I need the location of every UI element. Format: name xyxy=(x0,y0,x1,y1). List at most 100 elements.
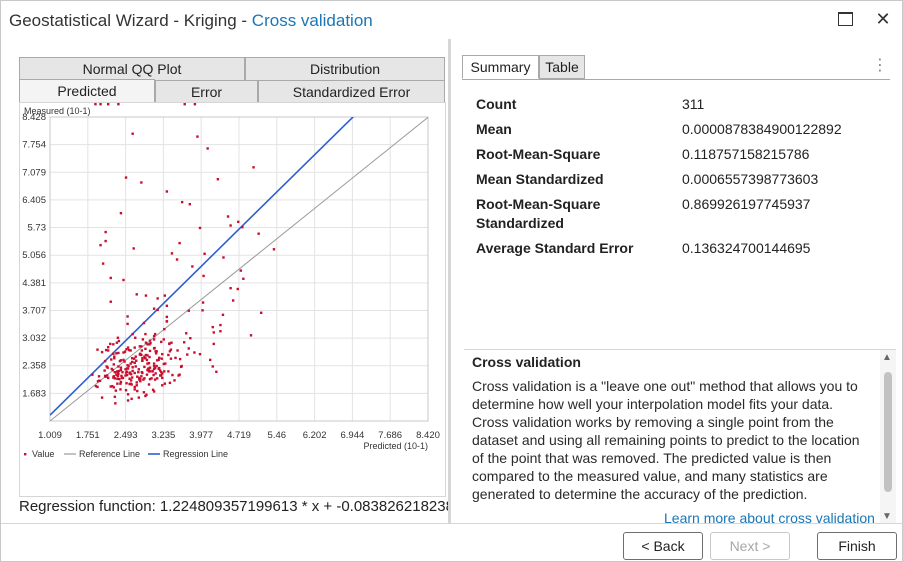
data-point xyxy=(202,274,205,278)
scroll-up-icon[interactable]: ▲ xyxy=(882,352,892,363)
data-point xyxy=(162,338,165,341)
data-point xyxy=(188,202,192,206)
data-point xyxy=(126,322,129,326)
data-point xyxy=(103,369,106,372)
data-point xyxy=(116,382,119,385)
tab-summary[interactable]: Summary xyxy=(462,55,539,79)
data-point xyxy=(123,360,126,363)
data-point xyxy=(212,342,215,346)
data-point xyxy=(96,385,99,389)
data-point xyxy=(142,391,146,394)
data-point xyxy=(257,232,260,235)
data-point xyxy=(131,369,134,373)
scroll-down-icon[interactable]: ▼ xyxy=(882,511,892,522)
data-point xyxy=(152,362,156,365)
data-point xyxy=(109,342,112,346)
maximize-icon[interactable] xyxy=(834,9,856,29)
data-point xyxy=(135,381,138,384)
data-point xyxy=(152,307,156,310)
data-point xyxy=(152,338,156,341)
data-point xyxy=(169,348,173,351)
tab-predicted[interactable]: Predicted xyxy=(19,79,155,103)
x-tick-label: 7.686 xyxy=(378,430,402,441)
data-point xyxy=(109,385,112,388)
tab-error[interactable]: Error xyxy=(155,80,258,104)
data-point xyxy=(143,365,146,369)
data-point xyxy=(153,378,157,381)
data-point xyxy=(135,359,138,362)
data-point xyxy=(151,369,154,373)
x-tick-label: 1.751 xyxy=(76,430,100,441)
y-tick-label: 2.358 xyxy=(22,361,46,372)
stat-value: 0.136324700144695 xyxy=(682,240,811,256)
data-point xyxy=(178,373,181,376)
pane-splitter[interactable] xyxy=(448,39,451,523)
data-point xyxy=(173,379,176,382)
tab-table[interactable]: Table xyxy=(539,55,585,79)
data-point xyxy=(131,366,134,369)
wizard-footer: < Back Next > Finish xyxy=(1,523,903,562)
data-point xyxy=(161,352,164,356)
data-point xyxy=(136,375,139,378)
data-point xyxy=(155,377,159,380)
data-point xyxy=(104,348,108,352)
stat-value: 311 xyxy=(682,96,705,112)
scroll-thumb[interactable] xyxy=(884,372,892,492)
stat-row-mean: Mean 0.0000878384900122892 xyxy=(476,120,886,139)
finish-button[interactable]: Finish xyxy=(817,532,897,560)
data-point xyxy=(161,384,164,387)
data-point xyxy=(119,388,122,391)
data-point xyxy=(187,347,190,350)
data-point xyxy=(134,336,137,339)
data-point xyxy=(154,372,157,375)
data-point xyxy=(191,265,194,268)
data-point xyxy=(121,370,124,374)
data-point xyxy=(198,352,202,356)
data-point xyxy=(148,339,152,342)
data-point xyxy=(124,176,128,179)
data-point xyxy=(160,357,163,360)
learn-more-link[interactable]: Learn more about cross validation xyxy=(664,510,875,523)
data-point xyxy=(141,338,145,341)
help-panel: Cross validation Cross validation is a "… xyxy=(464,349,896,523)
data-point xyxy=(115,341,119,344)
data-point xyxy=(189,336,192,340)
data-point xyxy=(130,357,134,360)
data-point xyxy=(133,357,136,360)
data-point xyxy=(131,332,134,336)
data-point xyxy=(116,336,120,339)
y-tick-label: 5.056 xyxy=(22,250,46,261)
data-point xyxy=(161,372,164,375)
x-tick-label: 5.46 xyxy=(268,430,287,441)
help-scrollbar[interactable]: ▲ ▼ xyxy=(880,350,896,523)
data-point xyxy=(229,224,232,227)
data-point xyxy=(119,380,123,384)
x-axis-label: Predicted (10-1) xyxy=(363,441,428,451)
data-point xyxy=(152,347,156,350)
data-point xyxy=(98,379,102,383)
data-point xyxy=(91,373,94,376)
data-point xyxy=(137,370,140,374)
data-point xyxy=(116,374,120,378)
data-point xyxy=(252,166,255,169)
next-button[interactable]: Next > xyxy=(710,532,790,560)
data-point xyxy=(133,371,136,375)
stat-value: 0.0006557398773603 xyxy=(682,171,819,187)
stat-label: Root-Mean-Square Standardized xyxy=(476,196,601,231)
data-point xyxy=(106,346,110,349)
more-options-icon[interactable]: ⋮ xyxy=(872,55,888,75)
data-point xyxy=(119,368,123,372)
data-point xyxy=(175,258,179,261)
data-point xyxy=(148,366,152,369)
close-icon[interactable]: ✕ xyxy=(872,9,894,29)
tab-standardized-error[interactable]: Standardized Error xyxy=(258,80,445,104)
help-title: Cross validation xyxy=(472,354,581,370)
data-point xyxy=(133,385,136,389)
data-point xyxy=(130,397,133,401)
data-point xyxy=(241,225,244,229)
data-point xyxy=(115,352,118,355)
tab-normal-qq-plot[interactable]: Normal QQ Plot xyxy=(19,57,245,81)
back-button[interactable]: < Back xyxy=(623,532,703,560)
data-point xyxy=(112,352,115,355)
tab-distribution[interactable]: Distribution xyxy=(245,57,445,81)
